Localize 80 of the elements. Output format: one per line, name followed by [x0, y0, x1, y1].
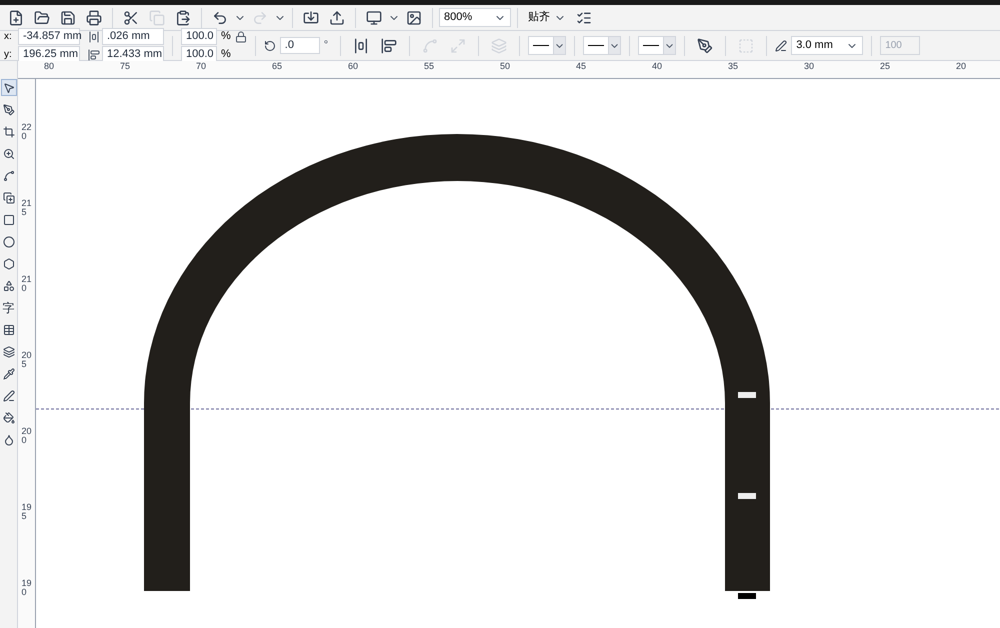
- zoom-dropdown[interactable]: 800%: [439, 8, 511, 27]
- ruler-label: 65: [272, 61, 284, 71]
- mirror-horizontal-icon: [353, 38, 370, 54]
- ruler-label: 210: [22, 275, 32, 293]
- pen-icon: [775, 40, 788, 52]
- shapes-icon: [2, 280, 14, 292]
- interactivefill-icon: [2, 434, 14, 446]
- fill-icon: [2, 412, 14, 424]
- ellipse-icon: [2, 236, 14, 248]
- save-icon: [60, 10, 76, 26]
- outline-width-dropdown[interactable]: 3.0 mm: [791, 36, 864, 55]
- ruler-label: 60: [348, 61, 360, 71]
- smartfill-icon: [2, 192, 14, 204]
- pick-icon: [2, 82, 14, 94]
- eyedropper-icon: [2, 368, 14, 380]
- zoom-icon: [2, 148, 14, 160]
- scale-icon: [450, 38, 466, 54]
- paste-icon: [175, 10, 191, 26]
- ruler-label: 220: [22, 123, 32, 141]
- copy-icon: [149, 10, 165, 26]
- ruler-label: 50: [500, 61, 512, 71]
- export-icon: [329, 10, 345, 26]
- x-label: x:: [4, 30, 13, 44]
- import-icon: [303, 10, 319, 26]
- open-folder-icon: [34, 10, 50, 26]
- width-icon: [88, 30, 100, 42]
- start-arrow-dropdown[interactable]: [528, 36, 566, 55]
- ruler-label: 35: [728, 61, 740, 71]
- ruler-label: 75: [120, 61, 132, 71]
- width-field[interactable]: .026 mm: [102, 28, 164, 45]
- degree-label: °: [324, 38, 328, 54]
- ruler-label: 30: [804, 61, 816, 71]
- node-handle: [738, 593, 756, 599]
- effects-icon: [2, 346, 14, 358]
- undo-icon: [212, 10, 228, 26]
- percent-label: %: [221, 47, 231, 62]
- mirror-vertical-icon: [381, 38, 398, 54]
- ruler-label: 40: [652, 61, 664, 71]
- node-icon: [422, 38, 438, 54]
- outline-icon: [2, 390, 14, 402]
- x-position-field[interactable]: -34.857 mm: [18, 28, 80, 45]
- snap-dropdown[interactable]: 贴齐: [524, 9, 570, 26]
- ruler-label: 195: [22, 503, 32, 521]
- line-style-dropdown[interactable]: [583, 36, 622, 55]
- new-file-icon: [8, 10, 24, 26]
- ruler-label: 70: [196, 61, 208, 71]
- ruler-label: 200: [22, 427, 32, 445]
- rotation-field[interactable]: .0: [280, 37, 320, 54]
- ruler-label: 190: [22, 579, 32, 597]
- node-handle: [738, 493, 756, 499]
- y-label: y:: [4, 48, 13, 62]
- layers-icon: [491, 38, 508, 54]
- ruler-label: 205: [22, 351, 32, 369]
- polygon-icon: [2, 258, 14, 270]
- rotate-icon: [264, 40, 276, 52]
- scale-x-field[interactable]: 100.0: [181, 28, 217, 45]
- ruler-label: 25: [880, 61, 892, 71]
- ruler-label: 45: [576, 61, 588, 71]
- redo-icon: [252, 10, 268, 26]
- ruler-label: 215: [22, 199, 32, 217]
- monitor-icon: [366, 10, 382, 26]
- ruler-label: 20: [956, 61, 968, 71]
- curve-icon: [2, 170, 14, 182]
- ruler-label: 80: [44, 61, 56, 71]
- options-icon: [576, 10, 592, 26]
- pick-tool[interactable]: [0, 79, 16, 96]
- node-handle: [738, 392, 756, 398]
- ruler-label: 55: [424, 61, 436, 71]
- frame-icon: [738, 38, 754, 54]
- crop-icon: [2, 126, 14, 138]
- rectangle-icon: [2, 214, 14, 226]
- text-tool[interactable]: 字: [0, 299, 16, 316]
- shape-icon: [2, 104, 14, 116]
- table-icon: [2, 324, 14, 336]
- image-icon: [406, 10, 422, 26]
- print-icon: [86, 10, 102, 26]
- lock-icon: [234, 30, 247, 42]
- end-arrow-dropdown[interactable]: [638, 36, 676, 55]
- cut-icon: [123, 10, 139, 26]
- percent-label: %: [221, 29, 231, 44]
